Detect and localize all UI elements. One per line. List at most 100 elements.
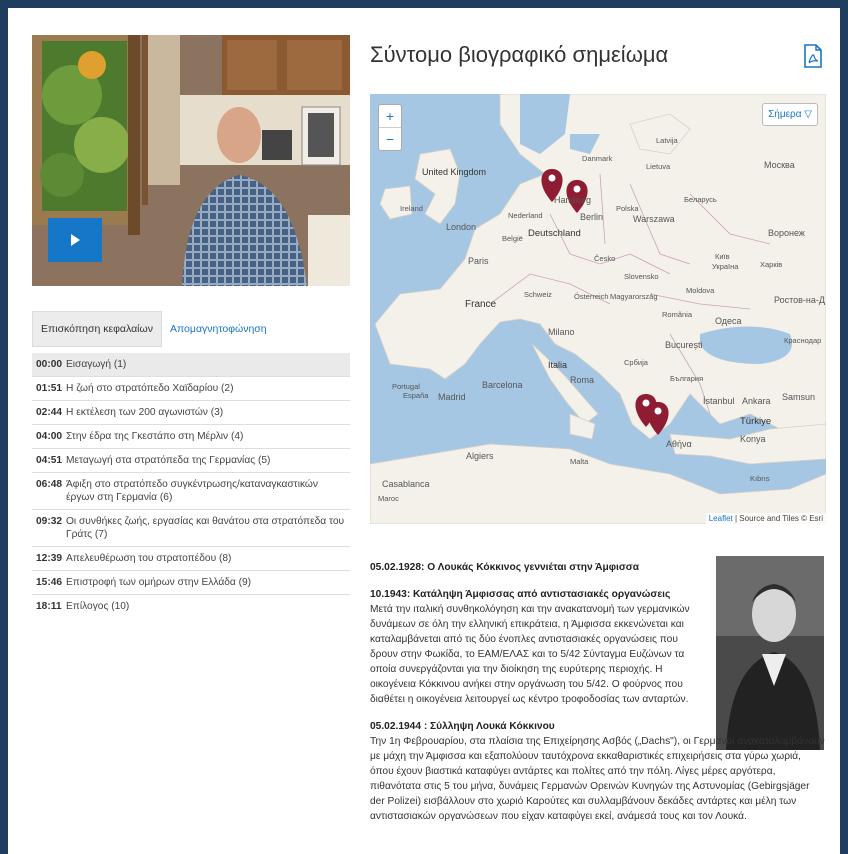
chapter-label: Η εκτέλεση των 200 αγωνιστών (3) (66, 407, 224, 418)
chapter-time: 01:51 (36, 383, 63, 394)
bio-section: 05.02.1928: Ο Λουκάς Κόκκινος γεννιέται … (370, 560, 826, 824)
map-label-belgie: België (502, 234, 523, 243)
play-icon (71, 234, 80, 246)
map-label-moldova: Moldova (686, 286, 715, 295)
map-label-kibris: Kıbrıs (750, 474, 770, 483)
map-label-athina: Αθήνα (666, 439, 692, 449)
map-label-slovensko: Slovensko (624, 272, 659, 281)
map-label-hamburg: Hamburg (554, 195, 592, 205)
chapter-time: 12:39 (36, 553, 63, 564)
map-label-ukraina: Україна (712, 262, 739, 271)
map-label-uk: United Kingdom (422, 167, 487, 177)
chapter-time: 04:51 (36, 455, 63, 466)
page-frame: Επισκόπηση κεφαλαίων Απομαγνητοφώνηση 00… (8, 8, 840, 854)
map-label-london: London (446, 222, 477, 232)
map-label-bulgaria: България (670, 374, 704, 383)
video-player[interactable] (32, 35, 350, 286)
pdf-download-icon[interactable] (804, 44, 822, 68)
zoom-in-button[interactable]: + (379, 105, 401, 128)
map-label-belarus: Беларусь (684, 195, 717, 204)
map-label-casablanca: Casablanca (382, 479, 430, 489)
map-label-ireland: Ireland (400, 204, 423, 213)
tab-transcript[interactable]: Απομαγνητοφώνηση (162, 312, 275, 346)
map-label-bucuresti: București (665, 340, 703, 350)
map-label-malta: Malta (570, 457, 589, 466)
map-label-lietuva: Lietuva (646, 162, 671, 171)
chapter-label: Η ζωή στο στρατόπεδο Χαϊδαρίου (2) (66, 383, 234, 394)
map-label-rostov: Ростов-на-Д (774, 295, 825, 305)
tab-chapter-overview[interactable]: Επισκόπηση κεφαλαίων (32, 311, 162, 347)
chapter-label: Εισαγωγή (1) (66, 359, 127, 370)
chapter-item[interactable]: 04:51 Μεταγωγή στα στρατόπεδα της Γερμανί… (32, 449, 350, 473)
map-label-barcelona: Barcelona (482, 380, 523, 390)
map-label-konya: Konya (740, 434, 766, 444)
bio-text-occupation: Μετά την ιταλική συνθηκολόγηση και την α… (370, 604, 690, 705)
chapter-time: 09:32 (36, 516, 63, 527)
chapter-item[interactable]: 06:48 Άφιξη στο στρατόπεδο συγκέντρωσης/κ… (32, 473, 350, 510)
map-label-osterreich: Österreich (574, 292, 609, 301)
chapter-label: Επίλογος (10) (66, 601, 130, 612)
map-label-turkiye: Türkiye (740, 416, 772, 427)
chapter-item[interactable]: 00:00 Εισαγωγή (1) (32, 353, 350, 377)
map-label-france: France (465, 299, 497, 310)
map-label-deutschland: Deutschland (528, 228, 581, 239)
map[interactable]: United Kingdom Ireland France España Por… (370, 94, 826, 524)
zoom-control: + − (378, 104, 402, 151)
map-label-berlin: Berlin (580, 212, 604, 222)
tab-bar: Επισκόπηση κεφαλαίων Απομαγνητοφώνηση (32, 311, 350, 347)
map-label-paris: Paris (468, 256, 489, 266)
map-label-ankara: Ankara (742, 396, 771, 406)
bio-text-arrest: Την 1η Φεβρουαρίου, στα πλαίσια της Επιχ… (370, 736, 825, 822)
chapter-item[interactable]: 09:32 Οι συνθήκες ζωής, εργασίας και θανά… (32, 510, 350, 547)
bio-heading-birth: 05.02.1928: Ο Λουκάς Κόκκινος γεννιέται … (370, 562, 640, 573)
chapter-item[interactable]: 18:11 Επίλογος (10) (32, 595, 350, 618)
map-label-istanbul: İstanbul (703, 396, 735, 406)
chapter-label: Στην έδρα της Γκεστάπο στη Μέρλιν (4) (66, 431, 244, 442)
chapter-time: 18:11 (36, 601, 62, 612)
map-label-madrid: Madrid (438, 392, 466, 402)
map-label-voronezh: Воронеж (768, 228, 805, 238)
chapter-time: 02:44 (36, 407, 63, 418)
map-label-portugal: Portugal (392, 382, 420, 391)
map-attribution: Leaflet | Source and Tiles © Esri (705, 513, 826, 524)
chapter-label: Απελευθέρωση του στρατοπέδου (8) (66, 553, 232, 564)
map-label-kharkiv: Харків (760, 260, 783, 269)
chapter-item[interactable]: 15:46 Επιστροφή των ομήρων στην Ελλάδα (9… (32, 571, 350, 595)
chapter-label: Επιστροφή των ομήρων στην Ελλάδα (9) (66, 577, 252, 588)
map-label-italia: Italia (548, 360, 568, 370)
map-label-romania: România (662, 310, 693, 319)
map-label-krasnodar: Краснодар (784, 336, 822, 345)
play-button[interactable] (48, 218, 102, 262)
chapter-time: 06:48 (36, 479, 63, 490)
map-label-algiers: Algiers (466, 451, 494, 461)
bio-heading-occupation: 10.1943: Κατάληψη Άμφισσας από αντιστασι… (370, 589, 671, 600)
map-label-samsun: Samsun (782, 392, 816, 402)
map-label-magyarorszag: Magyarország (610, 292, 658, 301)
bio-heading-arrest: 05.02.1944 : Σύλληψη Λουκά Κόκκινου (370, 721, 555, 732)
chapter-time: 00:00 (36, 359, 63, 370)
map-label-maroc: Maroc (378, 494, 399, 503)
chapter-label: Άφιξη στο στρατόπεδο συγκέντρωσης/κατανα… (66, 479, 318, 503)
chapter-time: 04:00 (36, 431, 63, 442)
attribution-text: | Source and Tiles © Esri (732, 514, 823, 523)
chapter-item[interactable]: 04:00 Στην έδρα της Γκεστάπο στη Μέρλιν (… (32, 425, 350, 449)
map-label-odesa: Одеса (715, 316, 742, 326)
map-label-roma: Roma (570, 375, 595, 385)
chapter-time: 15:46 (36, 577, 63, 588)
map-label-latvija: Latvija (656, 136, 678, 145)
zoom-out-button[interactable]: − (379, 128, 401, 150)
chapter-item[interactable]: 02:44 Η εκτέλεση των 200 αγωνιστών (3) (32, 401, 350, 425)
map-label-danmark: Danmark (582, 154, 613, 163)
map-label-nederland: Nederland (508, 211, 543, 220)
map-label-milano: Milano (548, 327, 575, 337)
map-label-moskva: Москва (764, 160, 795, 170)
basemap-today-select[interactable]: Σήμερα ▽ (762, 103, 818, 126)
map-label-srbija: Србија (624, 358, 648, 367)
chapter-item[interactable]: 01:51 Η ζωή στο στρατόπεδο Χαϊδαρίου (2) (32, 377, 350, 401)
leaflet-link[interactable]: Leaflet (709, 514, 733, 523)
chapter-item[interactable]: 12:39 Απελευθέρωση του στρατοπέδου (8) (32, 547, 350, 571)
map-label-polska: Polska (616, 204, 639, 213)
map-labels: United Kingdom Ireland France España Por… (370, 94, 826, 524)
map-label-cesko: Česko (594, 254, 616, 263)
chapter-list: 00:00 Εισαγωγή (1) 01:51 Η ζωή στο στρατόπ… (32, 353, 350, 618)
